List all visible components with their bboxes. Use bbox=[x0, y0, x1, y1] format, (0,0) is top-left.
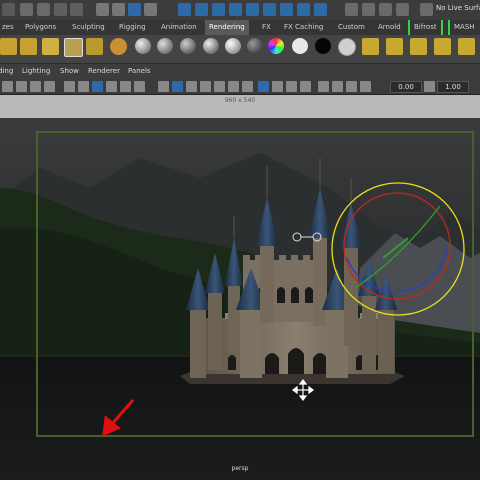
snap-view-plane-icon[interactable] bbox=[229, 3, 242, 16]
aov-icon[interactable] bbox=[410, 38, 427, 55]
tab-fx-caching[interactable]: FX Caching bbox=[280, 20, 327, 35]
phong-sphere-icon[interactable] bbox=[180, 38, 196, 54]
image-plane-icon[interactable] bbox=[44, 81, 55, 92]
bookmark-icon[interactable] bbox=[30, 81, 41, 92]
gate-mask-icon[interactable] bbox=[106, 81, 117, 92]
menu-shading[interactable]: ding bbox=[0, 64, 13, 79]
render-layer-icon[interactable] bbox=[386, 38, 403, 55]
ramp-shader-icon[interactable] bbox=[247, 38, 263, 54]
xray-icon[interactable] bbox=[332, 81, 343, 92]
viewport-scene bbox=[0, 118, 480, 480]
grey-surface-icon[interactable] bbox=[338, 38, 356, 56]
exposure-field[interactable]: 0.00 bbox=[390, 81, 422, 93]
select-by-object-icon[interactable] bbox=[112, 3, 125, 16]
film-gate-icon[interactable] bbox=[78, 81, 89, 92]
ipr-shelf-icon[interactable] bbox=[20, 38, 37, 55]
batch-render-icon[interactable] bbox=[434, 38, 451, 55]
snap-grid-icon[interactable] bbox=[178, 3, 191, 16]
grid-icon[interactable] bbox=[64, 81, 75, 92]
gamma-field[interactable]: 1.00 bbox=[437, 81, 469, 93]
tab-customize[interactable]: zes bbox=[0, 20, 18, 35]
white-surface-icon[interactable] bbox=[292, 38, 308, 54]
anisotropic-sphere-icon[interactable] bbox=[225, 38, 241, 54]
render-shelf-icon[interactable] bbox=[0, 38, 17, 55]
select-mode-icon[interactable] bbox=[144, 3, 157, 16]
tab-mash[interactable]: MASH bbox=[448, 20, 479, 35]
multisample-icon[interactable] bbox=[286, 81, 297, 92]
redo-icon[interactable] bbox=[70, 3, 83, 16]
camera-attributes-icon[interactable] bbox=[16, 81, 27, 92]
render-settings-icon[interactable] bbox=[379, 3, 392, 16]
tab-custom[interactable]: Custom bbox=[334, 20, 369, 35]
lights-icon[interactable] bbox=[228, 81, 239, 92]
render-sequence-icon[interactable] bbox=[458, 38, 475, 55]
select-by-component-icon[interactable] bbox=[128, 3, 141, 16]
tab-bifrost[interactable]: Bifrost bbox=[408, 20, 443, 35]
select-by-hierarchy-icon[interactable] bbox=[96, 3, 109, 16]
ipr-render-icon[interactable] bbox=[362, 3, 375, 16]
live-surface-icon[interactable] bbox=[420, 3, 433, 16]
resolution-gate-label: 960 x 540 bbox=[224, 97, 256, 104]
snap-point-icon[interactable] bbox=[212, 3, 225, 16]
menu-panels[interactable]: Panels bbox=[128, 64, 151, 79]
black-surface-icon[interactable] bbox=[315, 38, 331, 54]
render-frame-icon[interactable] bbox=[345, 3, 358, 16]
construction-history-icon[interactable] bbox=[314, 3, 327, 16]
motion-blur-icon[interactable] bbox=[272, 81, 283, 92]
tab-rendering[interactable]: Rendering bbox=[205, 20, 249, 35]
tab-fx[interactable]: FX bbox=[258, 20, 275, 35]
exposure-icon bbox=[360, 81, 371, 92]
snap-curve-icon[interactable] bbox=[195, 3, 208, 16]
lambert-sphere-icon[interactable] bbox=[135, 38, 151, 54]
smooth-shade-icon[interactable] bbox=[172, 81, 183, 92]
snap-live-icon[interactable] bbox=[246, 3, 259, 16]
menu-renderer[interactable]: Renderer bbox=[88, 64, 120, 79]
open-scene-icon[interactable] bbox=[37, 3, 50, 16]
depth-of-field-icon[interactable] bbox=[300, 81, 311, 92]
live-surface-label[interactable]: No Live Surfa bbox=[436, 4, 480, 12]
tab-animation[interactable]: Animation bbox=[157, 20, 201, 35]
camera-name-label: persp bbox=[231, 465, 249, 472]
tab-arnold[interactable]: Arnold bbox=[374, 20, 405, 35]
xray-joints-icon[interactable] bbox=[346, 81, 357, 92]
tab-sculpting[interactable]: Sculpting bbox=[68, 20, 109, 35]
render-settings-shelf-icon[interactable] bbox=[86, 38, 103, 55]
tab-polygons[interactable]: Polygons bbox=[21, 20, 60, 35]
render-view-icon[interactable] bbox=[64, 38, 83, 57]
isolate-select-icon[interactable] bbox=[318, 81, 329, 92]
camera-light-icon[interactable] bbox=[110, 38, 127, 55]
menu-show[interactable]: Show bbox=[60, 64, 79, 79]
panel-menu-bar: ding Lighting Show Renderer Panels bbox=[0, 64, 480, 79]
shadows-icon[interactable] bbox=[242, 81, 253, 92]
hypershade-icon[interactable] bbox=[396, 3, 409, 16]
light-shelf-icon[interactable] bbox=[42, 38, 59, 55]
wireframe-on-shaded-icon[interactable] bbox=[200, 81, 211, 92]
textured-icon[interactable] bbox=[214, 81, 225, 92]
viewport-header-band: 960 x 540 bbox=[0, 95, 480, 118]
shelf-tab-bar: zes Polygons Sculpting Rigging Animation… bbox=[0, 20, 480, 35]
perspective-viewport[interactable]: persp bbox=[0, 118, 480, 480]
status-line: No Live Surfa bbox=[0, 0, 480, 21]
new-scene-icon[interactable] bbox=[20, 3, 33, 16]
wireframe-icon[interactable] bbox=[158, 81, 169, 92]
output-ops-icon[interactable] bbox=[297, 3, 310, 16]
blinn-sphere-icon[interactable] bbox=[157, 38, 173, 54]
menu-set-icon[interactable] bbox=[2, 3, 15, 16]
undo-icon[interactable] bbox=[54, 3, 67, 16]
history-icon[interactable] bbox=[263, 3, 276, 16]
safe-action-icon[interactable] bbox=[134, 81, 145, 92]
default-material-icon[interactable] bbox=[186, 81, 197, 92]
ambient-occlusion-icon[interactable] bbox=[258, 81, 269, 92]
camera-select-icon[interactable] bbox=[2, 81, 13, 92]
gamma-icon bbox=[424, 81, 435, 92]
color-shader-icon[interactable] bbox=[268, 38, 284, 54]
menu-lighting[interactable]: Lighting bbox=[22, 64, 50, 79]
tab-rigging[interactable]: Rigging bbox=[115, 20, 150, 35]
hypershade-shelf-icon[interactable] bbox=[362, 38, 379, 55]
phonge-sphere-icon[interactable] bbox=[203, 38, 219, 54]
field-chart-icon[interactable] bbox=[120, 81, 131, 92]
resolution-gate-icon[interactable] bbox=[92, 81, 103, 92]
input-ops-icon[interactable] bbox=[280, 3, 293, 16]
